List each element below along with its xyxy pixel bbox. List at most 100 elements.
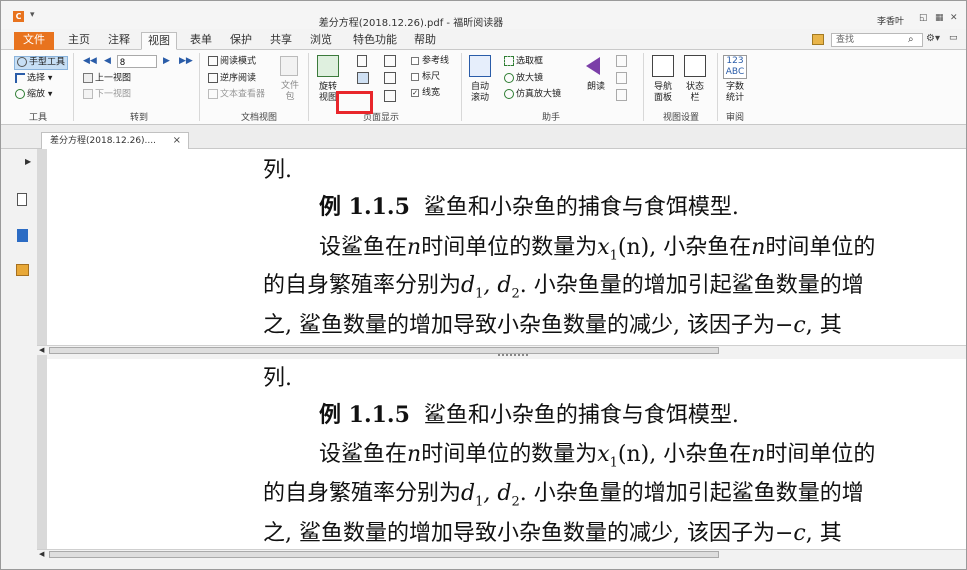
text-span: , 其	[805, 313, 842, 338]
doc-paragraph-line-1: 设鲨鱼在n时间单位的数量为x1(n), 小杂鱼在n时间单位的	[319, 229, 966, 263]
guides-checkbox-box[interactable]	[411, 56, 419, 65]
close-icon[interactable]: ✕	[950, 13, 958, 23]
hand-tool-label: 手型工具	[29, 57, 66, 68]
book-icon	[208, 56, 218, 66]
ruler-checkbox[interactable]: 标尺	[411, 72, 440, 83]
last-page-icon[interactable]: ▶▶	[179, 56, 193, 67]
collapse-ribbon-icon[interactable]: ▭	[949, 33, 958, 43]
scroll-thumb[interactable]	[49, 551, 719, 558]
continuous-page-icon[interactable]	[357, 72, 369, 84]
ribbon-separator	[308, 53, 309, 121]
tab-protect[interactable]: 保护	[225, 32, 257, 50]
document-tab-title: 差分方程(2018.12.26)....	[50, 136, 156, 146]
first-page-icon[interactable]: ◀◀	[83, 56, 97, 67]
linewidth-checkbox[interactable]: ✓ 线宽	[411, 88, 440, 99]
tab-help[interactable]: 帮助	[409, 32, 441, 50]
doc-line-0: 列.	[263, 158, 292, 183]
text-span: 设鲨鱼在	[319, 442, 408, 467]
cover-page-icon[interactable]	[384, 90, 396, 102]
tab-share[interactable]: 共享	[265, 32, 297, 50]
guides-checkbox[interactable]: 参考线	[411, 56, 449, 67]
status-bar-button[interactable]: 状态栏	[683, 82, 707, 104]
scroll-left-icon[interactable]: ◀	[39, 550, 44, 558]
example-title: 鲨鱼和小杂鱼的捕食与食饵模型.	[423, 403, 739, 428]
text-span: 设鲨鱼在	[319, 235, 408, 260]
read-aloud-icon	[586, 57, 600, 75]
prev-page-icon[interactable]: ◀	[104, 56, 111, 67]
math-n: n	[751, 235, 766, 260]
word-count-button[interactable]: 字数统计	[723, 82, 747, 104]
doc-paragraph-line-3: 之, 鲨鱼数量的增加导致小杂鱼数量的减少, 该因子为−c, 其	[263, 307, 966, 339]
loupe-label: 仿真放大镜	[516, 89, 562, 100]
file-package-button[interactable]: 文件包	[281, 81, 299, 103]
search-icon[interactable]: ⌕	[908, 34, 914, 45]
linewidth-checkbox-box[interactable]: ✓	[411, 88, 419, 97]
text-viewer-button[interactable]: 文本查看器	[208, 89, 265, 101]
tab-close-icon[interactable]: ×	[173, 133, 181, 149]
text-span: 之, 鲨鱼数量的增加导致小杂鱼数量的减少, 该因子为	[263, 521, 775, 546]
aloud-option-icon[interactable]	[616, 72, 627, 84]
math-subscript: 1	[609, 248, 618, 264]
math-subscript: 1	[609, 455, 618, 471]
marquee-button[interactable]: 选取框	[504, 56, 543, 68]
horizontal-scrollbar-bottom[interactable]: ◀	[37, 549, 966, 559]
page-thumbnail-icon[interactable]	[17, 193, 27, 206]
previous-view-button[interactable]: 上一视图	[83, 73, 131, 85]
scroll-left-icon[interactable]: ◀	[39, 346, 44, 354]
nav-panel-button[interactable]: 导航面板	[651, 82, 675, 104]
single-page-icon[interactable]	[357, 55, 367, 67]
attachments-icon[interactable]	[16, 264, 29, 276]
tab-view[interactable]: 视图	[141, 32, 177, 50]
docview-group-label: 文档视图	[240, 113, 277, 123]
grid-icon[interactable]: ▦	[935, 13, 944, 23]
doc-paragraph-line-3: 之, 鲨鱼数量的增加导致小杂鱼数量的减少, 该因子为−c, 其	[263, 515, 966, 547]
tab-form[interactable]: 表单	[185, 32, 217, 50]
read-mode-button[interactable]: 阅读模式	[208, 56, 256, 68]
next-page-icon[interactable]: ▶	[163, 56, 170, 67]
auto-scroll-button[interactable]: 自动滚动	[469, 82, 491, 104]
document-tab[interactable]: 差分方程(2018.12.26).... ×	[41, 132, 189, 150]
settings-gear-icon[interactable]: ⚙▾	[926, 33, 940, 44]
ruler-checkbox-box[interactable]	[411, 72, 419, 81]
loupe-button[interactable]: 仿真放大镜	[504, 89, 561, 101]
read-mode-label: 阅读模式	[220, 56, 257, 67]
left-navigation-panel: ▶	[1, 149, 37, 569]
expand-panel-icon[interactable]: ▶	[25, 157, 31, 166]
magnifier-button[interactable]: 放大镜	[504, 73, 543, 85]
page-number-input[interactable]	[117, 55, 157, 68]
ribbon-separator	[73, 53, 74, 121]
example-number: 例 1.1.5	[319, 194, 410, 220]
text-span: . 小杂鱼量的增加引起鲨鱼数量的增	[519, 273, 864, 298]
next-view-button[interactable]: 下一视图	[83, 89, 131, 101]
user-name[interactable]: 李香叶	[877, 14, 904, 27]
folder-search-icon[interactable]	[812, 34, 824, 45]
app-window: C ▾ 差分方程(2018.12.26).pdf - 福昕阅读器 李香叶 ◱ ▦…	[0, 0, 967, 570]
tab-special[interactable]: 特色功能	[345, 32, 405, 50]
restore-icon[interactable]: ◱	[919, 13, 928, 23]
read-aloud-button[interactable]: 朗读	[587, 82, 605, 93]
scroll-thumb[interactable]	[49, 347, 719, 354]
text-span: . 小杂鱼量的增加引起鲨鱼数量的增	[519, 481, 864, 506]
aloud-option-icon[interactable]	[616, 89, 627, 101]
hand-tool-button[interactable]: 手型工具	[14, 56, 69, 70]
tab-home[interactable]: 主页	[63, 32, 95, 50]
reverse-icon	[208, 73, 218, 83]
ribbon-separator	[717, 53, 718, 121]
math-subscript: 2	[511, 494, 520, 510]
text-span: 时间单位的	[765, 235, 876, 260]
tab-comment[interactable]: 注释	[103, 32, 135, 50]
zoom-tool-button[interactable]: 缩放 ▾	[15, 89, 52, 101]
highlight-rectangle	[336, 91, 373, 114]
two-continuous-icon[interactable]	[384, 72, 396, 84]
two-page-icon[interactable]	[384, 55, 396, 67]
review-group-label: 审阅	[725, 113, 744, 123]
tab-browse[interactable]: 浏览	[305, 32, 337, 50]
select-tool-button[interactable]: 选择 ▾	[15, 73, 52, 85]
text-span: 时间单位的数量为	[421, 442, 598, 467]
split-handle[interactable]	[498, 354, 528, 357]
text-span: 之, 鲨鱼数量的增加导致小杂鱼数量的减少, 该因子为	[263, 313, 775, 338]
aloud-option-icon[interactable]	[616, 55, 627, 67]
layers-icon[interactable]	[17, 229, 28, 242]
tab-file[interactable]: 文件	[14, 32, 54, 50]
reverse-read-button[interactable]: 逆序阅读	[208, 73, 256, 85]
